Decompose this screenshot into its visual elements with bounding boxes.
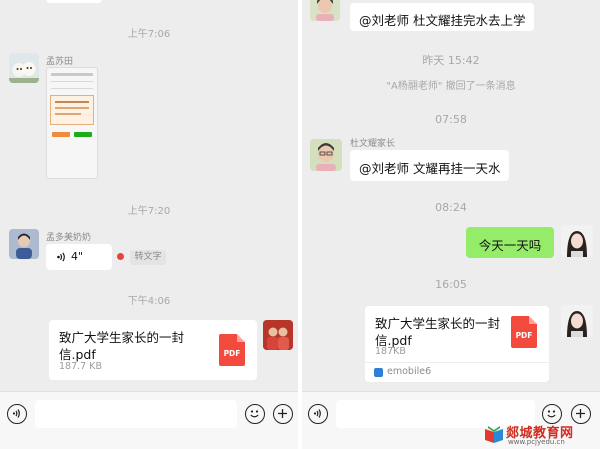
file-size: 187.7 KB bbox=[59, 361, 102, 372]
emoji-icon[interactable] bbox=[245, 404, 265, 424]
pdf-file-icon: PDF bbox=[219, 334, 245, 366]
input-toolbar bbox=[0, 391, 298, 449]
avatar[interactable] bbox=[561, 225, 593, 257]
message-input[interactable] bbox=[35, 400, 237, 428]
message-bubble[interactable]: @刘老师 文耀再挂一天水 bbox=[350, 150, 510, 181]
voice-duration: 4" bbox=[71, 250, 84, 263]
avatar[interactable] bbox=[263, 320, 293, 350]
right-chat-screen: @刘老师 杜文耀挂完水去上学 昨天 15:42 "A杨翮老师" 撤回了一条消息 … bbox=[302, 0, 600, 449]
left-chat-screen: 上午7:06 孟苏田 上午7:20 孟多美奶奶 4" 转文字 下午4:06 致广… bbox=[0, 0, 298, 449]
avatar[interactable] bbox=[310, 0, 340, 21]
voice-wave-icon bbox=[57, 252, 65, 262]
book-logo-icon bbox=[485, 426, 503, 443]
pdf-file-icon: PDF bbox=[511, 316, 537, 348]
app-source: emobile6 bbox=[387, 366, 432, 377]
file-message-card[interactable]: 致广大学生家长的一封信.pdf 187KB PDF emobile6 bbox=[365, 306, 549, 382]
avatar[interactable] bbox=[9, 53, 39, 83]
image-message-thumbnail[interactable] bbox=[46, 67, 98, 179]
voice-icon[interactable] bbox=[308, 404, 328, 424]
file-size: 187KB bbox=[375, 346, 406, 357]
message-bubble[interactable]: @刘老师 杜文耀挂完水去上学 bbox=[350, 3, 535, 31]
avatar[interactable] bbox=[561, 305, 593, 337]
voice-message-bubble[interactable]: 4" bbox=[46, 244, 112, 270]
sender-name: 孟苏田 bbox=[46, 57, 74, 67]
timestamp: 昨天 15:42 bbox=[422, 54, 480, 67]
recall-notice: "A杨翮老师" 撤回了一条消息 bbox=[386, 81, 516, 92]
emobile-app-icon bbox=[374, 368, 383, 377]
plus-icon[interactable] bbox=[571, 404, 591, 424]
self-message-bubble[interactable]: 今天一天吗 bbox=[466, 227, 554, 258]
timestamp: 上午7:20 bbox=[127, 206, 171, 217]
timestamp: 上午7:06 bbox=[127, 29, 171, 40]
plus-icon[interactable] bbox=[273, 404, 293, 424]
watermark-url: www.pcjyedu.cn bbox=[508, 438, 565, 446]
avatar[interactable] bbox=[9, 229, 39, 259]
file-message-card[interactable]: 致广大学生家长的一封信.pdf 187.7 KB PDF bbox=[49, 320, 257, 380]
file-name: 致广大学生家长的一封信.pdf bbox=[59, 330, 185, 362]
timestamp: 下午4:06 bbox=[127, 296, 171, 307]
message-bubble-partial[interactable] bbox=[46, 0, 102, 3]
file-name: 致广大学生家长的一封信.pdf bbox=[375, 316, 501, 348]
sender-name: 杜文耀家长 bbox=[350, 139, 396, 149]
sender-name: 孟多美奶奶 bbox=[46, 233, 92, 243]
avatar[interactable] bbox=[310, 139, 342, 171]
voice-icon[interactable] bbox=[7, 404, 27, 424]
site-watermark: 郯城教育网 www.pcjyedu.cn bbox=[484, 422, 598, 448]
emoji-icon[interactable] bbox=[542, 404, 562, 424]
timestamp: 16:05 bbox=[435, 278, 467, 291]
convert-to-text-button[interactable]: 转文字 bbox=[130, 250, 166, 265]
red-dot-icon bbox=[117, 253, 124, 260]
timestamp: 07:58 bbox=[435, 113, 467, 126]
timestamp: 08:24 bbox=[435, 201, 467, 214]
